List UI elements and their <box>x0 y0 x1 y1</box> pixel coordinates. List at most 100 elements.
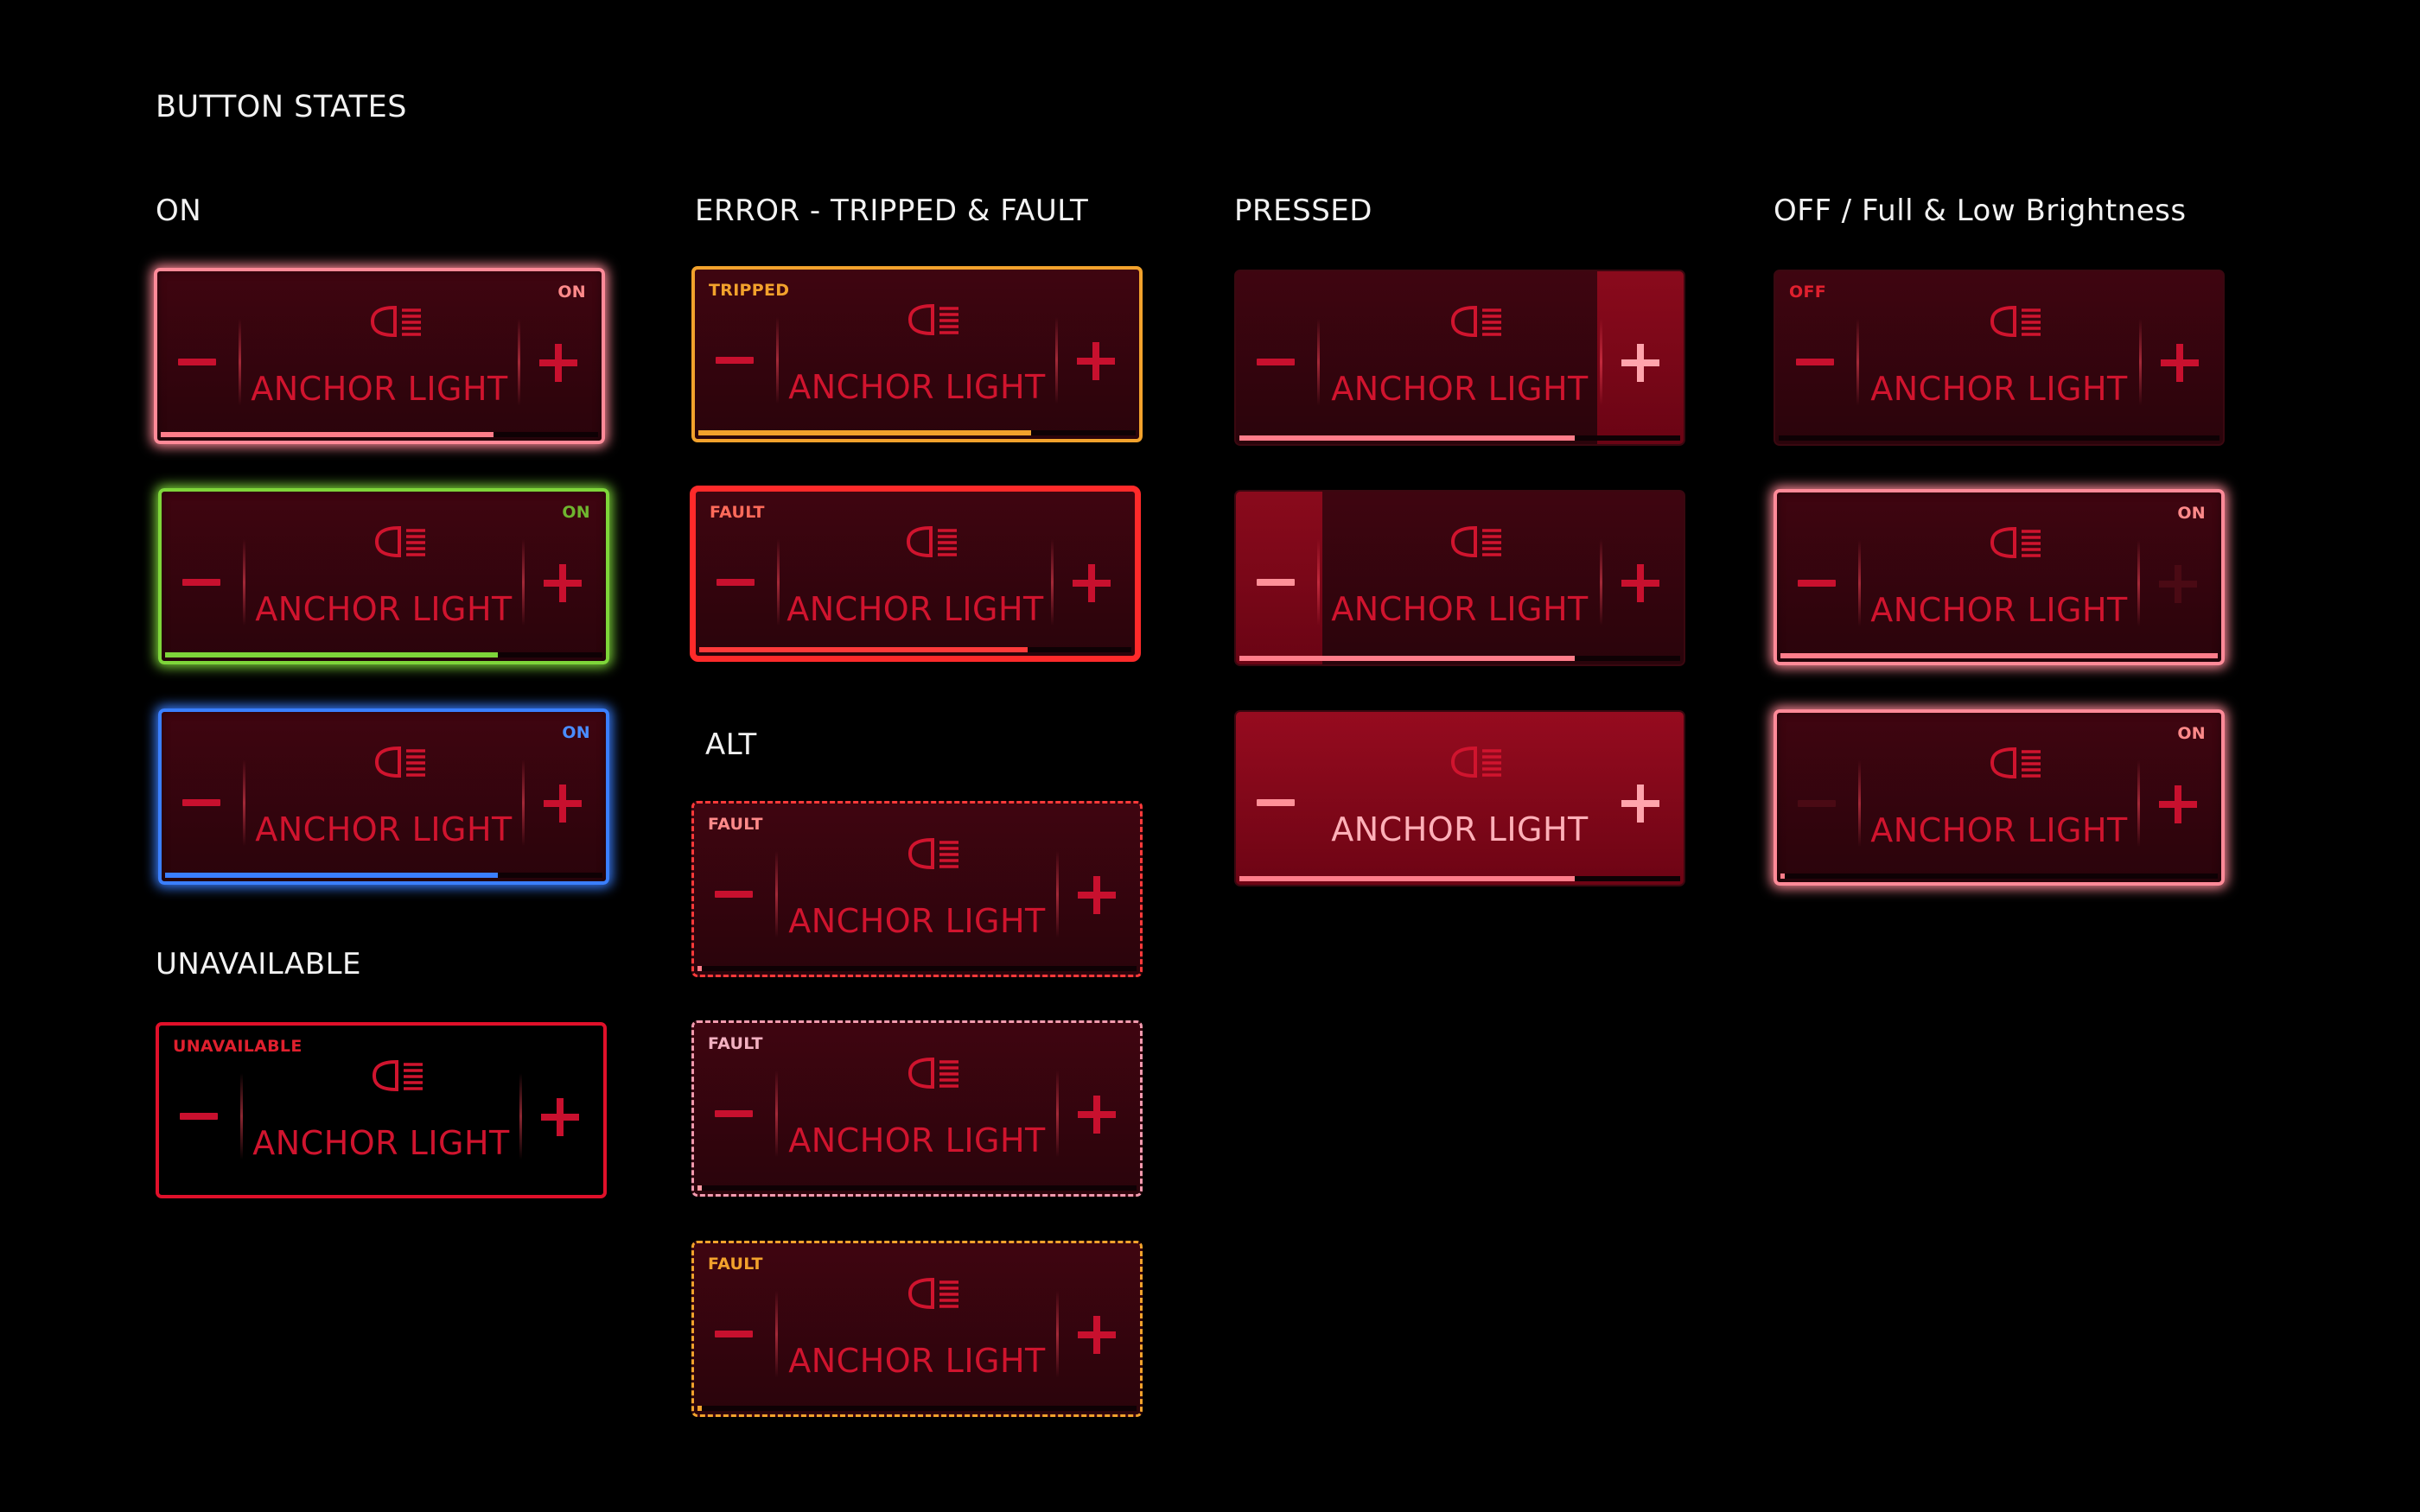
button-label: ANCHOR LIGHT <box>1870 811 2128 849</box>
anchor-light-button-pressed-whole[interactable]: ANCHOR LIGHT <box>1234 710 1685 886</box>
anchor-light-button-on-red[interactable]: ANCHOR LIGHT ON <box>154 268 605 444</box>
status-badge: FAULT <box>708 1255 763 1274</box>
button-label: ANCHOR LIGHT <box>1870 591 2128 629</box>
status-badge: ON <box>2177 724 2206 743</box>
status-badge: OFF <box>1789 283 1827 302</box>
brightness-track <box>1779 435 2219 441</box>
headlight-icon <box>907 836 962 871</box>
button-label: ANCHOR LIGHT <box>788 902 1046 940</box>
status-badge: FAULT <box>710 503 765 522</box>
button-label: ANCHOR LIGHT <box>255 810 513 848</box>
button-label: ANCHOR LIGHT <box>251 370 508 408</box>
brightness-fill <box>698 430 1031 435</box>
headlight-icon <box>1449 745 1505 779</box>
button-label: ANCHOR LIGHT <box>788 1121 1046 1159</box>
brightness-fill <box>1239 656 1575 661</box>
brightness-track <box>161 432 598 437</box>
anchor-light-button-on-full[interactable]: ANCHOR LIGHT ON <box>1774 489 2225 665</box>
button-label: ANCHOR LIGHT <box>1331 590 1589 628</box>
anchor-light-button-alt-fault-pink[interactable]: ANCHOR LIGHT FAULT <box>691 1020 1143 1197</box>
anchor-light-button-pressed-plus[interactable]: ANCHOR LIGHT <box>1234 270 1685 446</box>
headlight-icon <box>373 745 429 779</box>
brightness-fill <box>697 1185 703 1191</box>
brightness-track <box>698 430 1136 435</box>
headlight-icon <box>1989 746 2044 780</box>
brightness-fill <box>697 1406 703 1411</box>
minus-button[interactable] <box>1257 799 1295 806</box>
brightness-fill <box>165 652 498 658</box>
section-title-off-brightness: OFF / Full & Low Brightness <box>1774 194 2187 228</box>
headlight-icon <box>369 304 424 339</box>
brightness-track <box>1239 656 1680 661</box>
brightness-fill <box>1780 653 2218 658</box>
brightness-track <box>697 1185 1137 1191</box>
section-title-pressed: PRESSED <box>1234 194 1372 228</box>
minus-button[interactable] <box>1798 800 1836 807</box>
button-label: ANCHOR LIGHT <box>1331 370 1589 408</box>
brightness-fill <box>697 966 703 971</box>
headlight-icon <box>371 1058 426 1093</box>
headlight-icon <box>1449 304 1505 339</box>
brightness-track <box>1239 435 1680 441</box>
headlight-icon <box>373 524 429 559</box>
brightness-fill <box>699 647 1028 652</box>
page-title: BUTTON STATES <box>156 90 407 124</box>
headlight-icon <box>907 1056 962 1090</box>
anchor-light-button-alt-fault-amber[interactable]: ANCHOR LIGHT FAULT <box>691 1241 1143 1417</box>
minus-button[interactable] <box>178 359 216 365</box>
brightness-track <box>699 647 1131 652</box>
button-label: ANCHOR LIGHT <box>788 368 1046 406</box>
minus-button[interactable] <box>1257 359 1295 365</box>
section-title-alt: ALT <box>705 727 757 762</box>
headlight-icon <box>907 1276 962 1311</box>
brightness-track <box>697 1406 1137 1411</box>
minus-button[interactable] <box>715 1331 753 1337</box>
status-badge: UNAVAILABLE <box>173 1037 302 1056</box>
anchor-light-button-unavailable[interactable]: ANCHOR LIGHT UNAVAILABLE <box>156 1022 607 1198</box>
brightness-track <box>165 652 602 658</box>
minus-button[interactable] <box>1257 579 1295 586</box>
status-badge: TRIPPED <box>709 281 790 300</box>
status-badge: FAULT <box>708 815 763 834</box>
anchor-light-button-tripped[interactable]: ANCHOR LIGHT TRIPPED <box>691 266 1143 442</box>
headlight-icon <box>1989 525 2044 560</box>
brightness-fill <box>1239 435 1575 441</box>
minus-button[interactable] <box>716 357 754 364</box>
brightness-track <box>697 966 1137 971</box>
anchor-light-button-pressed-minus[interactable]: ANCHOR LIGHT <box>1234 490 1685 666</box>
brightness-track <box>1780 653 2218 658</box>
button-label: ANCHOR LIGHT <box>255 590 513 628</box>
anchor-light-button-fault[interactable]: ANCHOR LIGHT FAULT <box>690 486 1141 662</box>
section-title-unavailable: UNAVAILABLE <box>156 947 362 982</box>
button-label: ANCHOR LIGHT <box>788 1342 1046 1380</box>
headlight-icon <box>907 302 962 337</box>
headlight-icon <box>905 524 960 559</box>
section-title-error: ERROR - TRIPPED & FAULT <box>695 194 1089 228</box>
button-label: ANCHOR LIGHT <box>1870 370 2128 408</box>
status-badge: ON <box>557 283 586 302</box>
status-badge: ON <box>2177 504 2206 523</box>
brightness-track <box>165 873 602 878</box>
minus-button[interactable] <box>715 891 753 898</box>
minus-button[interactable] <box>715 1110 753 1117</box>
anchor-light-button-on-low[interactable]: ANCHOR LIGHT ON <box>1774 709 2225 886</box>
brightness-fill <box>1239 876 1575 881</box>
brightness-fill <box>161 432 494 437</box>
minus-button[interactable] <box>182 799 220 806</box>
minus-button[interactable] <box>716 579 755 586</box>
minus-button[interactable] <box>1796 359 1834 365</box>
section-title-on: ON <box>156 194 202 228</box>
button-label: ANCHOR LIGHT <box>786 590 1044 628</box>
headlight-icon <box>1449 524 1505 559</box>
button-label: ANCHOR LIGHT <box>1331 810 1589 848</box>
brightness-track <box>1239 876 1680 881</box>
minus-button[interactable] <box>1798 580 1836 587</box>
minus-button[interactable] <box>180 1113 218 1120</box>
anchor-light-button-on-blue[interactable]: ANCHOR LIGHT ON <box>158 708 609 885</box>
anchor-light-button-alt-fault-red[interactable]: ANCHOR LIGHT FAULT <box>691 801 1143 977</box>
anchor-light-button-on-green[interactable]: ANCHOR LIGHT ON <box>158 488 609 664</box>
minus-button[interactable] <box>182 579 220 586</box>
pressed-minus-zone <box>1236 492 1322 664</box>
status-badge: FAULT <box>708 1034 763 1053</box>
anchor-light-button-off[interactable]: ANCHOR LIGHT OFF <box>1774 270 2225 446</box>
